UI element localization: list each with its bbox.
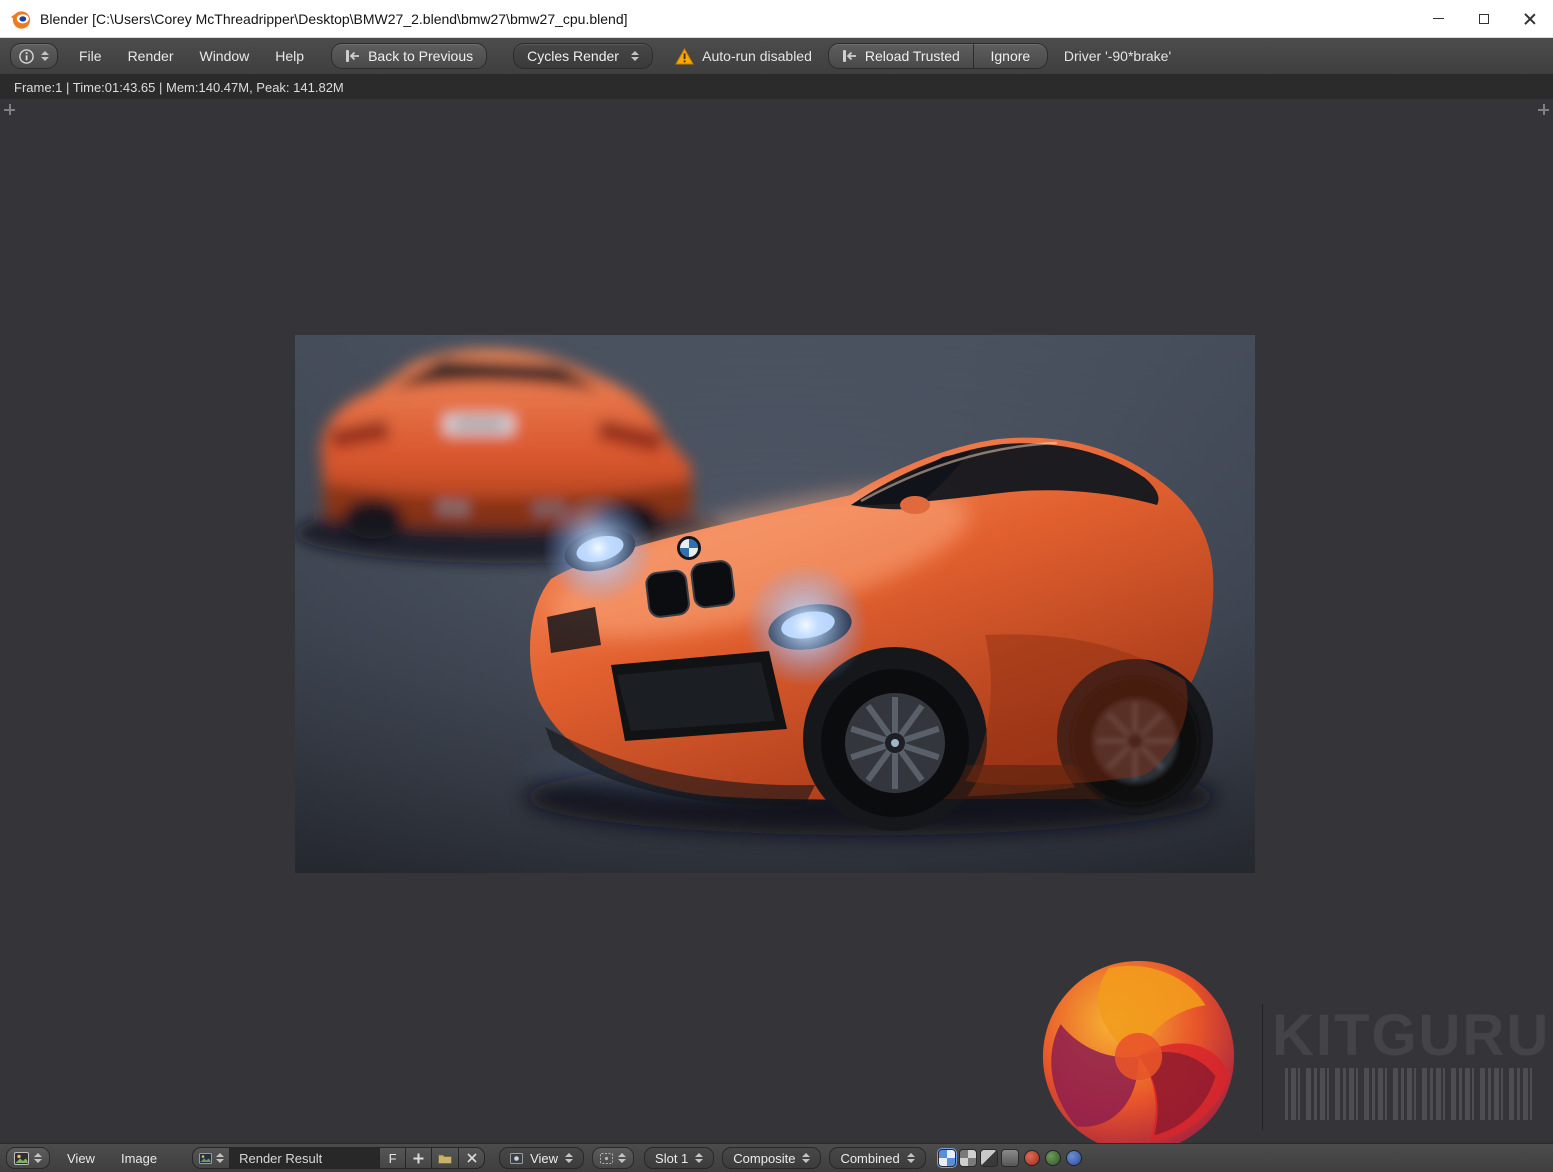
x-icon	[467, 1153, 477, 1163]
image-name-field[interactable]: Render Result	[230, 1147, 380, 1169]
menu-window[interactable]: Window	[186, 48, 262, 64]
watermark-brand-text: KITGURU	[1272, 1002, 1550, 1069]
region-split-handle-left[interactable]	[4, 104, 15, 115]
watermark-divider	[1262, 1004, 1263, 1130]
fake-user-button[interactable]: F	[380, 1147, 406, 1169]
channel-z-button[interactable]	[1001, 1149, 1019, 1167]
editor-type-button-info[interactable]	[10, 43, 58, 69]
blender-window: Blender [C:\Users\Corey McThreadripper\D…	[0, 0, 1553, 1172]
red-channel-icon[interactable]	[1024, 1150, 1040, 1166]
scopes-icon	[600, 1153, 613, 1164]
back-to-previous-button[interactable]: Back to Previous	[331, 43, 487, 69]
render-layer-dropdown[interactable]: Composite	[722, 1147, 821, 1169]
image-editor-viewport[interactable]: KITGURU	[0, 99, 1553, 1143]
green-channel-icon[interactable]	[1045, 1150, 1061, 1166]
window-controls	[1415, 0, 1553, 37]
ignore-button[interactable]: Ignore	[974, 43, 1048, 69]
close-icon	[1524, 13, 1536, 25]
render-stats-text: Frame:1 | Time:01:43.65 | Mem:140.47M, P…	[14, 80, 344, 95]
maximize-button[interactable]	[1461, 0, 1507, 37]
channel-rgba-button[interactable]	[938, 1149, 956, 1167]
info-header: File Render Window Help Back to Previous…	[0, 38, 1553, 75]
render-pass-dropdown[interactable]: Combined	[829, 1147, 925, 1169]
open-image-button[interactable]	[432, 1147, 459, 1169]
menu-render[interactable]: Render	[115, 48, 187, 64]
ignore-label: Ignore	[990, 48, 1030, 64]
display-mode-label: View	[530, 1151, 558, 1166]
chevron-updown-icon	[631, 51, 639, 61]
slot-dropdown[interactable]: Slot 1	[644, 1147, 714, 1169]
image-editor-icon	[14, 1152, 29, 1165]
display-mode-dropdown[interactable]: View	[499, 1147, 584, 1169]
editor-type-button-image[interactable]	[6, 1147, 50, 1169]
chevron-updown-icon	[565, 1153, 573, 1163]
close-button[interactable]	[1507, 0, 1553, 37]
render-engine-dropdown[interactable]: Cycles Render	[513, 43, 653, 69]
channel-rgb-button[interactable]	[959, 1149, 977, 1167]
menu-file[interactable]: File	[66, 48, 115, 64]
chevron-updown-icon	[618, 1153, 626, 1163]
chevron-updown-icon	[216, 1153, 224, 1163]
menu-help[interactable]: Help	[262, 48, 317, 64]
render-engine-label: Cycles Render	[527, 48, 619, 64]
slot-label: Slot 1	[655, 1151, 688, 1166]
minimize-icon	[1433, 18, 1444, 19]
region-split-handle-right[interactable]	[1538, 104, 1549, 115]
chevron-updown-icon	[41, 51, 49, 61]
folder-icon	[438, 1153, 452, 1164]
new-image-button[interactable]	[406, 1147, 432, 1169]
autorun-warning-text: Auto-run disabled	[702, 48, 812, 64]
chevron-updown-icon	[34, 1153, 42, 1163]
driver-status-text: Driver '-90*brake'	[1064, 48, 1171, 64]
blender-logo-icon	[9, 8, 31, 30]
minimize-button[interactable]	[1415, 0, 1461, 37]
back-arrow-icon	[345, 49, 361, 63]
image-thumb-icon	[199, 1153, 212, 1164]
draw-channel-buttons	[938, 1149, 1082, 1167]
trust-button-group: Reload Trusted Ignore	[828, 43, 1048, 69]
maximize-icon	[1479, 14, 1489, 24]
title-bar: Blender [C:\Users\Corey McThreadripper\D…	[0, 0, 1553, 38]
unlink-image-button[interactable]	[459, 1147, 485, 1169]
reload-trusted-label: Reload Trusted	[865, 48, 960, 64]
blue-channel-icon[interactable]	[1066, 1150, 1082, 1166]
window-title: Blender [C:\Users\Corey McThreadripper\D…	[40, 11, 628, 27]
render-pass-label: Combined	[840, 1151, 899, 1166]
image-browse-button[interactable]	[192, 1147, 230, 1169]
chevron-updown-icon	[802, 1153, 810, 1163]
back-to-previous-label: Back to Previous	[368, 48, 473, 64]
render-layer-label: Composite	[733, 1151, 795, 1166]
kitguru-logo-icon	[1040, 958, 1237, 1143]
channel-alpha-button[interactable]	[980, 1149, 998, 1167]
info-icon	[19, 49, 34, 64]
render-result-image[interactable]	[295, 335, 1255, 873]
scopes-button[interactable]	[592, 1147, 634, 1169]
render-stats-bar: Frame:1 | Time:01:43.65 | Mem:140.47M, P…	[0, 75, 1553, 99]
chevron-updown-icon	[907, 1153, 915, 1163]
kitguru-watermark: KITGURU	[1040, 954, 1553, 1143]
reload-trusted-button[interactable]: Reload Trusted	[828, 43, 974, 69]
image-datablock: Render Result F	[192, 1147, 485, 1169]
warning-icon	[675, 48, 694, 65]
display-mode-icon	[510, 1153, 523, 1164]
reload-icon	[842, 49, 858, 63]
chevron-updown-icon	[695, 1153, 703, 1163]
plus-icon	[413, 1153, 424, 1164]
watermark-barcode	[1285, 1068, 1535, 1120]
image-editor-header: View Image Render Result F	[0, 1143, 1553, 1172]
menu-view[interactable]: View	[54, 1151, 108, 1166]
menu-image[interactable]: Image	[108, 1151, 170, 1166]
